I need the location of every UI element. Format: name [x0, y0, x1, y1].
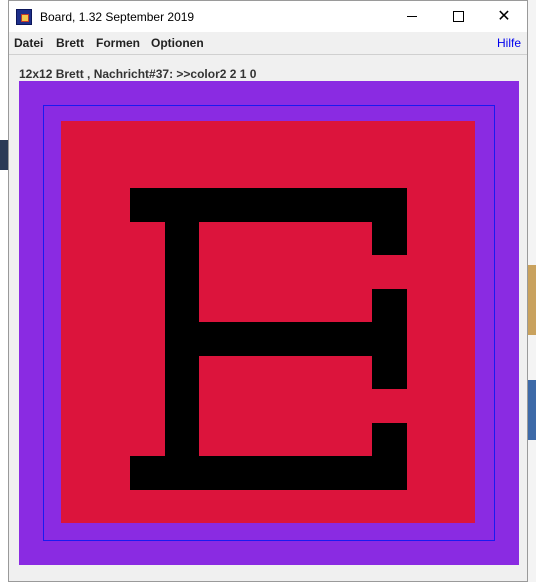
- desktop-background-left: [0, 0, 8, 582]
- e-bottom-serif: [372, 423, 407, 490]
- e-top-serif: [372, 188, 407, 255]
- e-middle-bar: [165, 322, 407, 356]
- menu-optionen[interactable]: Optionen: [151, 36, 204, 50]
- maximize-icon: [452, 11, 464, 22]
- minimize-icon: [407, 16, 417, 17]
- maximize-button[interactable]: [435, 1, 481, 32]
- app-icon: [16, 8, 32, 25]
- board-grid[interactable]: [61, 121, 475, 523]
- menu-hilfe[interactable]: Hilfe: [497, 36, 521, 50]
- menu-bar: Datei Brett Formen Optionen Hilfe: [9, 32, 527, 55]
- window-title: Board, 1.32 September 2019: [40, 9, 195, 24]
- e-bottom-bar: [130, 456, 407, 490]
- desktop-background-left-image: [0, 140, 8, 170]
- board-window: Board, 1.32 September 2019 ✕ Datei Brett…: [8, 0, 528, 582]
- menu-brett[interactable]: Brett: [56, 36, 84, 50]
- close-icon: ✕: [497, 7, 511, 25]
- status-message: 12x12 Brett , Nachricht#37: >>color2 2 1…: [19, 67, 257, 81]
- menu-formen[interactable]: Formen: [96, 36, 140, 50]
- close-button[interactable]: ✕: [481, 1, 527, 32]
- title-bar[interactable]: Board, 1.32 September 2019 ✕: [9, 1, 527, 32]
- menu-datei[interactable]: Datei: [14, 36, 43, 50]
- minimize-button[interactable]: [389, 1, 435, 32]
- e-middle-serif: [372, 289, 407, 389]
- board-canvas[interactable]: [19, 81, 519, 565]
